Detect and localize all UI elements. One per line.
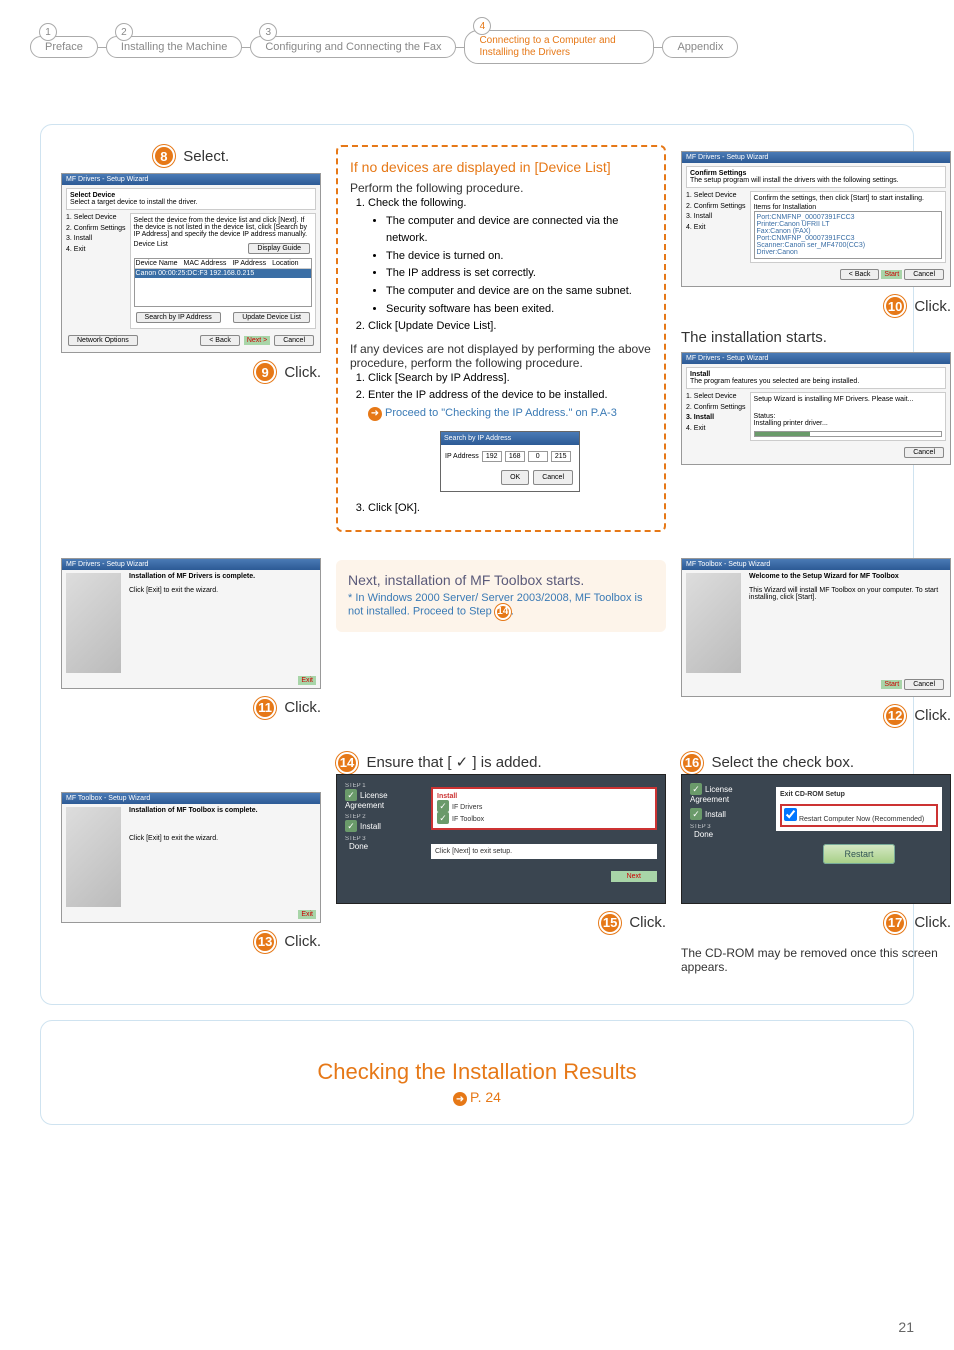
restart-button[interactable]: Restart <box>823 844 894 864</box>
start-button[interactable]: Start <box>881 270 902 279</box>
ok-button[interactable]: OK <box>501 470 529 485</box>
back-button[interactable]: < Back <box>200 335 240 346</box>
step-badge-17: 17 <box>884 912 906 934</box>
exit-button[interactable]: Exit <box>298 676 316 685</box>
page-number: 21 <box>898 1319 914 1335</box>
ip-octet-2[interactable] <box>505 451 525 462</box>
wizard-toolbox-complete: MF Toolbox - Setup Wizard Installation o… <box>61 792 321 923</box>
tab-bar: 1Preface 2Installing the Machine 3Config… <box>0 0 954 64</box>
display-guide-button[interactable]: Display Guide <box>248 243 310 254</box>
wizard-select-device: MF Drivers - Setup Wizard Select Device … <box>61 173 321 353</box>
step-badge-10: 10 <box>884 295 906 317</box>
cancel-button[interactable]: Cancel <box>904 679 944 690</box>
install-summary-panel: STEP 1 ✓License Agreement STEP 2 ✓Instal… <box>336 774 666 904</box>
step-badge-12: 12 <box>884 705 906 727</box>
cd-removed-note: The CD-ROM may be removed once this scre… <box>681 946 951 974</box>
ip-octet-1[interactable] <box>482 451 502 462</box>
next-button[interactable]: Next > <box>244 336 270 345</box>
next-button[interactable]: Next <box>611 871 657 882</box>
install-starts-text: The installation starts. <box>681 329 951 346</box>
arrow-icon: ➜ <box>368 407 382 421</box>
check-icon: ✓ <box>345 820 357 832</box>
ip-search-dialog: Search by IP Address IP Address OKCancel <box>440 431 580 493</box>
cancel-button[interactable]: Cancel <box>533 470 573 485</box>
device-row[interactable]: Canon 00:00:25:DC:F3 192.168.0.215 <box>135 269 311 278</box>
ip-octet-4[interactable] <box>551 451 571 462</box>
check-icon: ✓ <box>690 808 702 820</box>
wizard-install-progress: MF Drivers - Setup Wizard InstallThe pro… <box>681 352 951 465</box>
cancel-button[interactable]: Cancel <box>904 269 944 280</box>
exit-button[interactable]: Exit <box>298 910 316 919</box>
content-frame: 8 Select. MF Drivers - Setup Wizard Sele… <box>40 124 914 1005</box>
callout-no-devices: If no devices are displayed in [Device L… <box>336 145 666 532</box>
ip-octet-3[interactable] <box>528 451 548 462</box>
update-list-button[interactable]: Update Device List <box>233 312 310 323</box>
exit-setup-panel: ✓License Agreement ✓Install STEP 3 Done … <box>681 774 951 904</box>
check-icon: ✓ <box>345 789 357 801</box>
restart-checkbox[interactable] <box>784 808 797 821</box>
step-badge-15: 15 <box>599 912 621 934</box>
step-badge-14: 14 <box>336 752 358 774</box>
cancel-button[interactable]: Cancel <box>904 447 944 458</box>
wizard-toolbox-welcome: MF Toolbox - Setup Wizard Welcome to the… <box>681 558 951 697</box>
arrow-icon: ➜ <box>453 1092 467 1106</box>
exit-cdrom-title: Exit CD-ROM Setup <box>780 791 845 798</box>
step-badge-11: 11 <box>254 697 276 719</box>
step-badge-9: 9 <box>254 361 276 383</box>
tab-configuring[interactable]: 3Configuring and Connecting the Fax <box>250 36 456 58</box>
step-badge-8: 8 <box>153 145 175 167</box>
check-icon: ✓ <box>437 812 449 824</box>
wizard-mf-drivers-complete: MF Drivers - Setup Wizard Installation o… <box>61 558 321 689</box>
footer-frame: Checking the Installation Results ➜P. 24 <box>40 1020 914 1126</box>
page-ref-link[interactable]: P. 24 <box>470 1089 501 1105</box>
tab-installing[interactable]: 2Installing the Machine <box>106 36 242 58</box>
footer-title: Checking the Installation Results <box>49 1059 905 1085</box>
tab-connecting[interactable]: 4Connecting to a Computer and Installing… <box>464 30 654 64</box>
tab-appendix[interactable]: Appendix <box>662 36 738 58</box>
proceed-link[interactable]: Proceed to "Checking the IP Address." on… <box>385 407 617 419</box>
step-badge-13: 13 <box>254 931 276 953</box>
network-options-button[interactable]: Network Options <box>68 335 138 346</box>
check-icon: ✓ <box>437 800 449 812</box>
check-icon: ✓ <box>690 783 702 795</box>
toolbox-info: Next, installation of MF Toolbox starts.… <box>336 560 666 632</box>
cancel-button[interactable]: Cancel <box>274 335 314 346</box>
tab-preface[interactable]: 1Preface <box>30 36 98 58</box>
wizard-confirm-settings: MF Drivers - Setup Wizard Confirm Settin… <box>681 151 951 287</box>
search-ip-button[interactable]: Search by IP Address <box>136 312 221 323</box>
back-button[interactable]: < Back <box>840 269 880 280</box>
step-badge-16: 16 <box>681 752 703 774</box>
start-button[interactable]: Start <box>881 680 902 689</box>
